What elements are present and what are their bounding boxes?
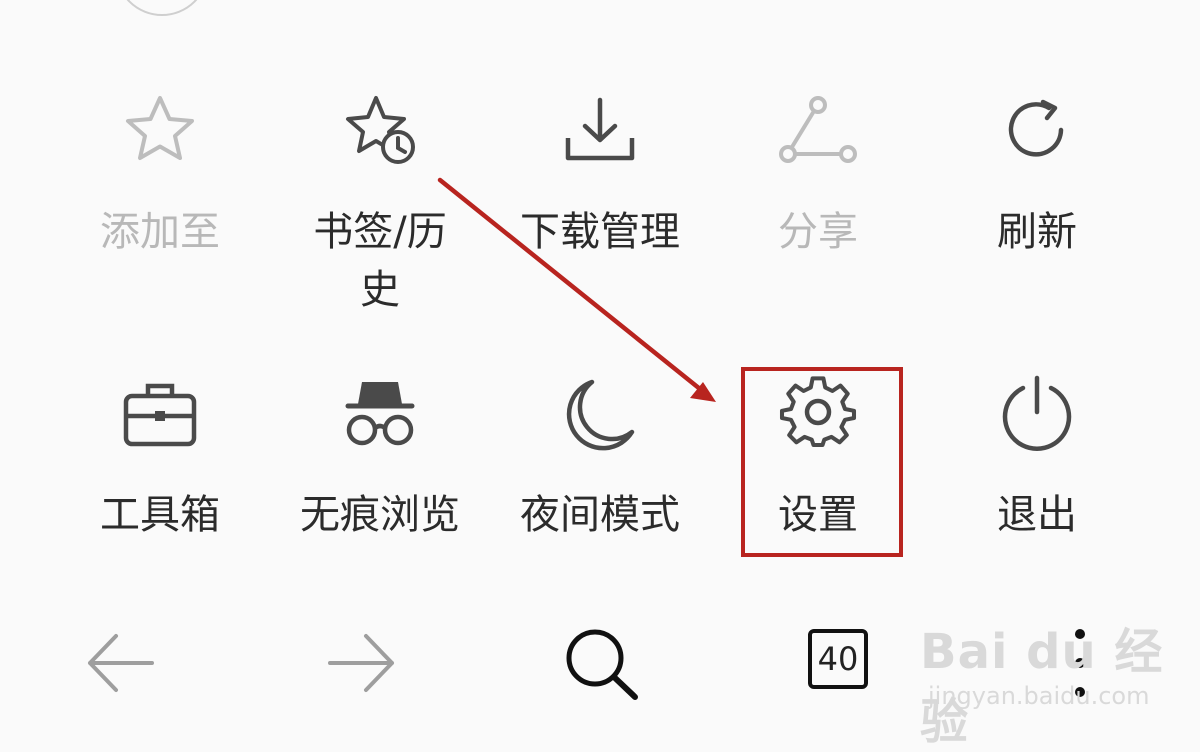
- power-icon: [997, 374, 1077, 454]
- search-icon: [566, 629, 638, 700]
- menu-item-label: 无痕浏览: [300, 492, 460, 538]
- highlight-box: [741, 367, 903, 557]
- incognito-icon: [340, 374, 420, 454]
- search-button[interactable]: [562, 625, 642, 705]
- arrow-left-icon: [88, 634, 154, 692]
- menu-item-label: 退出: [997, 492, 1077, 538]
- menu-item-night-mode[interactable]: 夜间模式: [500, 0, 700, 560]
- back-button[interactable]: [86, 628, 156, 698]
- menu-item-incognito[interactable]: 无痕浏览: [280, 0, 480, 560]
- menu-item-label: 夜间模式: [520, 492, 680, 538]
- watermark-url: jingyan.baidu.com: [928, 682, 1150, 710]
- moon-icon: [560, 374, 640, 454]
- menu-item-toolbox[interactable]: 工具箱: [60, 0, 260, 560]
- menu-item-exit[interactable]: 退出: [937, 0, 1137, 560]
- watermark: Bai du 经验 jingyan.baidu.com: [920, 612, 1190, 750]
- menu-item-label: 工具箱: [100, 492, 220, 538]
- arrow-right-icon: [328, 634, 394, 692]
- forward-button[interactable]: [326, 628, 396, 698]
- tabs-count-button[interactable]: 40: [808, 629, 868, 689]
- toolbox-icon: [120, 374, 200, 454]
